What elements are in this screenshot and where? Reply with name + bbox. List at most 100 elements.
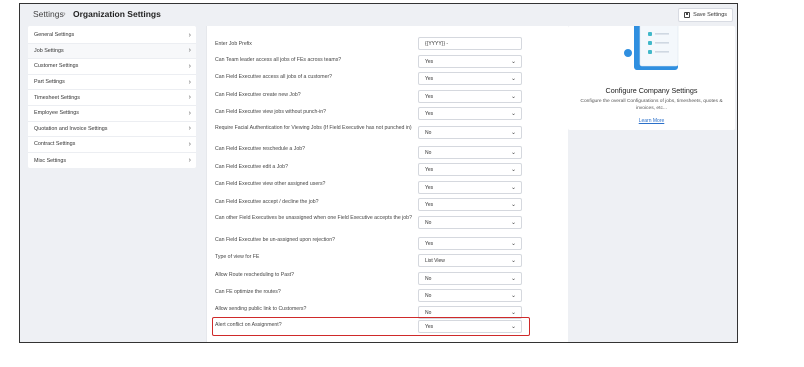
illustration-bullet [648,50,652,54]
question-select[interactable]: No ⌄ [418,126,522,139]
question-select[interactable]: Yes ⌄ [418,198,522,211]
sidebar-item-label: Misc Settings [34,157,67,164]
chevron-down-icon: ⌄ [510,258,516,264]
chevron-right-icon: › [188,94,191,102]
question-select[interactable]: List View ⌄ [418,254,522,267]
illustration-line [655,33,669,35]
question-label: Allow Route rescheduling to Past? [215,272,295,278]
chevron-down-icon: ⌄ [510,276,516,282]
sidebar-item-misc[interactable]: Misc Settings › [28,153,196,169]
question-select[interactable]: Yes ⌄ [418,163,522,176]
illustration-bullet [648,32,652,36]
sidebar-item-contract[interactable]: Contract Settings › [28,137,196,153]
chevron-down-icon: ⌄ [510,241,516,247]
chevron-down-icon: ⌄ [510,324,516,330]
chevron-down-icon: ⌄ [510,167,516,173]
chevron-right-icon: › [188,157,191,165]
job-prefix-input[interactable]: {{YYYY}} - [418,37,522,50]
question-select[interactable]: Yes ⌄ [418,72,522,85]
chevron-down-icon: ⌄ [510,130,516,136]
settings-sidebar: General Settings › Job Settings › Custom… [28,26,196,168]
select-value: No [425,275,432,282]
question-select[interactable]: Yes ⌄ [418,237,522,250]
question-label: Can Field Executive be un-assigned upon … [215,237,335,243]
select-value: No [425,149,432,156]
learn-more-link[interactable]: Learn More [568,118,735,124]
question-label: Can Field Executive reschedule a Job? [215,146,305,152]
illustration-dot [624,49,632,57]
sidebar-item-label: Contract Settings [34,141,76,148]
sidebar-item-label: Quotation and Invoice Settings [34,125,108,132]
save-settings-button[interactable]: Save Settings [678,8,733,22]
app-window: Settings › Organization Settings Save Se… [19,3,738,343]
question-label: Can Team leader access all jobs of FEs a… [215,57,342,63]
question-label: Can Field Executive view jobs without pu… [215,109,327,115]
select-value: Yes [425,201,434,208]
select-value: Yes [425,240,434,247]
chevron-right-icon: › [188,125,191,133]
question-select[interactable]: No ⌄ [418,289,522,302]
select-value: Yes [425,166,434,173]
illustration-bullet [648,41,652,45]
chevron-right-icon: › [188,62,191,70]
sidebar-item-employee[interactable]: Employee Settings › [28,106,196,122]
chevron-down-icon: ⌄ [510,76,516,82]
question-label: Alert conflict on Assignment? [215,322,282,328]
settings-illustration [624,26,679,70]
breadcrumb-settings[interactable]: Settings [33,9,64,19]
sidebar-item-timesheet[interactable]: Timesheet Settings › [28,90,196,106]
question-select[interactable]: No ⌄ [418,216,522,229]
sidebar-item-customer[interactable]: Customer Settings › [28,59,196,75]
question-select[interactable]: No ⌄ [418,146,522,159]
sidebar-item-label: Timesheet Settings [34,94,80,101]
question-select[interactable]: No ⌄ [418,272,522,285]
question-label: Can FE optimize the routes? [215,289,281,295]
question-select[interactable]: Yes ⌄ [418,181,522,194]
sidebar-item-label: Employee Settings [34,110,79,117]
question-select[interactable]: Yes ⌄ [418,320,522,333]
chevron-down-icon: ⌄ [510,150,516,156]
chevron-down-icon: ⌄ [510,185,516,191]
save-settings-label: Save Settings [693,12,727,18]
chevron-down-icon: ⌄ [510,310,516,316]
chevron-right-icon: › [188,140,191,148]
question-label: Can Field Executive view other assigned … [215,181,326,187]
question-label: Require Facial Authentication for Viewin… [215,125,412,131]
chevron-right-icon: › [188,78,191,86]
sidebar-item-label: Part Settings [34,79,65,86]
sidebar-item-general[interactable]: General Settings › [28,28,196,44]
chevron-right-icon: › [188,47,191,55]
job-settings-form: Enter Job Prefix {{YYYY}} - Can Team lea… [206,26,568,342]
question-label: Allow sending public link to Customers? [215,306,307,312]
illustration-front-sheet [639,26,679,67]
sidebar-item-job[interactable]: Job Settings › [28,43,196,60]
job-prefix-label: Enter Job Prefix [215,41,252,47]
question-label: Can Field Executive access all jobs of a… [215,74,333,80]
chevron-down-icon: ⌄ [510,293,516,299]
select-value: Yes [425,58,434,65]
select-value: Yes [425,184,434,191]
config-card-description: Configure the overall Configurations of … [580,99,723,111]
sidebar-item-label: Job Settings [34,47,64,54]
select-value: No [425,219,432,226]
save-icon [684,12,691,18]
chevron-down-icon: ⌄ [510,202,516,208]
sidebar-item-part[interactable]: Part Settings › [28,75,196,91]
question-select[interactable]: Yes ⌄ [418,90,522,103]
question-label: Can Field Executive create new Job? [215,92,301,98]
question-select[interactable]: Yes ⌄ [418,107,522,120]
chevron-down-icon: ⌄ [510,59,516,65]
select-value: List View [425,257,445,264]
page-header: Settings › Organization Settings Save Se… [20,4,737,26]
sidebar-item-quotation-invoice[interactable]: Quotation and Invoice Settings › [28,122,196,138]
question-label: Can other Field Executives be unassigned… [215,215,412,221]
select-value: Yes [425,323,434,330]
chevron-right-icon: › [188,109,191,117]
sidebar-item-label: Customer Settings [34,63,79,70]
chevron-down-icon: ⌄ [510,220,516,226]
question-select[interactable]: Yes ⌄ [418,55,522,68]
page-title: Organization Settings [73,9,161,19]
illustration-line [655,51,669,53]
question-label: Can Field Executive edit a Job? [215,164,288,170]
select-value: No [425,129,432,136]
